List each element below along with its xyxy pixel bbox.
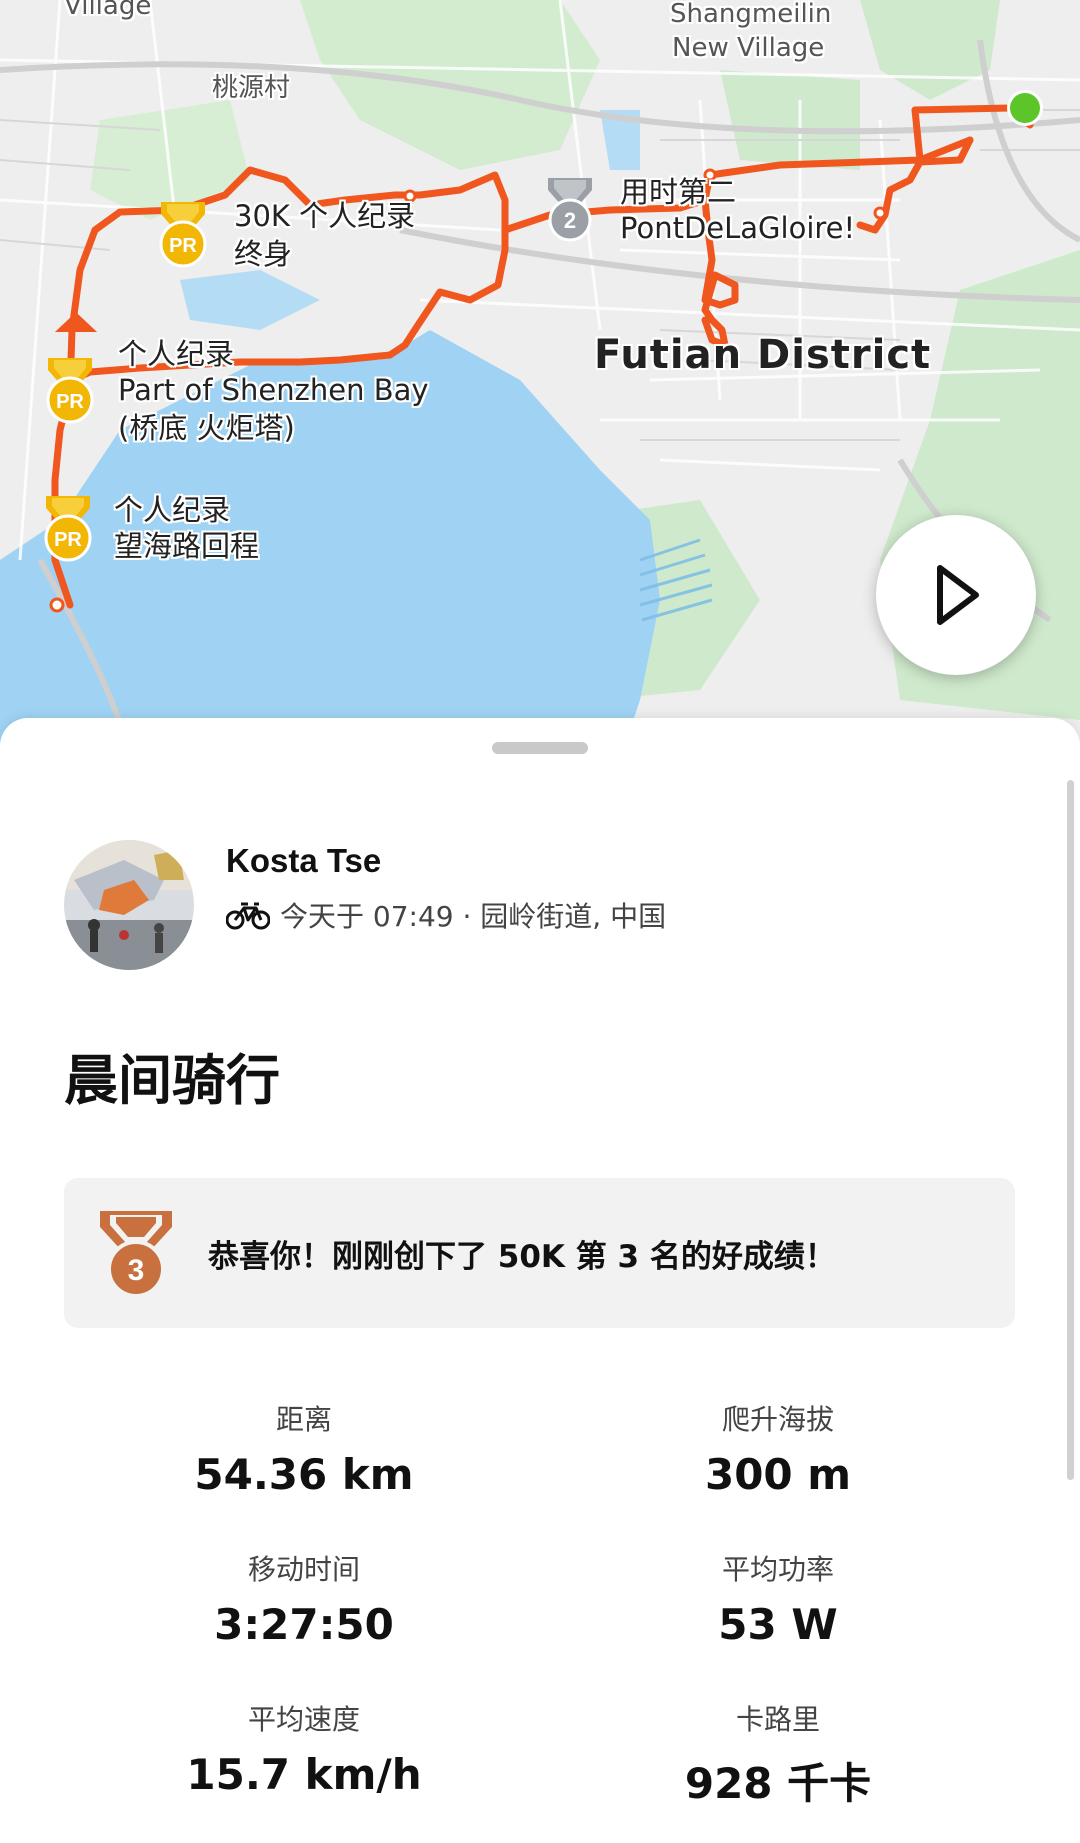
map-label-futian-district: Futian District [594, 332, 932, 378]
segment-wanghai-name: 望海路回程 [114, 529, 260, 563]
pr-medal-icon[interactable]: PR [40, 494, 96, 564]
segment-bay-subname: (桥底 火炬塔) [118, 411, 295, 445]
segment-30k-title[interactable]: 30K 个人纪录 [234, 199, 415, 233]
scrollbar[interactable] [1067, 780, 1074, 1480]
segment-pont-name: PontDeLaGloire! [620, 211, 856, 245]
stat-value: 300 m [704, 1450, 852, 1499]
rank-badge-text: 2 [564, 208, 576, 233]
stat-value: 928 千卡 [684, 1759, 872, 1808]
activity-sheet: Kosta Tse 今天于 07:49 · 园岭街道, 中国 晨间骑行 3 恭喜… [0, 718, 1080, 1843]
stat-label: 平均速度 [247, 1703, 360, 1736]
medal-rank-text: 3 [128, 1254, 145, 1287]
segment-pont-rank[interactable]: 用时第二 [620, 175, 736, 209]
stat-value: 15.7 km/h [186, 1750, 422, 1799]
pr-medal-icon[interactable]: PR [155, 200, 211, 270]
map-label-taoyuan: 桃源村 [212, 73, 291, 103]
segment-bay-title[interactable]: 个人纪录 [118, 337, 234, 371]
athlete-name[interactable]: Kosta Tse [226, 842, 381, 880]
stat-avg-speed: 平均速度 15.7 km/h [64, 1698, 544, 1799]
stat-label: 卡路里 [735, 1703, 820, 1736]
stat-value: 3:27:50 [214, 1600, 394, 1649]
stat-label: 移动时间 [247, 1553, 360, 1586]
pr-medal-icon[interactable]: PR [42, 356, 98, 426]
bicycle-icon [226, 902, 270, 930]
activity-meta: 今天于 07:49 · 园岭街道, 中国 [226, 895, 666, 935]
stat-label: 爬升海拔 [721, 1403, 834, 1436]
map-label-shangmeilin: Shangmeilin [670, 0, 832, 29]
achievement-banner[interactable]: 3 恭喜你！刚刚创下了 50K 第 3 名的好成绩！ [64, 1178, 1015, 1328]
route-map[interactable]: Village 桃源村 Shangmeilin New Village Futi… [0, 0, 1080, 760]
play-flyover-button[interactable] [876, 515, 1036, 675]
stat-label: 平均功率 [721, 1553, 834, 1586]
play-icon [937, 565, 979, 625]
pr-badge-text: PR [169, 235, 197, 257]
map-label-new-village: New Village [672, 33, 825, 63]
segment-30k-subtitle: 终身 [234, 237, 293, 271]
segment-wanghai-title[interactable]: 个人纪录 [114, 493, 230, 527]
stat-elevation: 爬升海拔 300 m [538, 1398, 1018, 1499]
stat-value: 53 W [718, 1600, 838, 1649]
stat-moving-time: 移动时间 3:27:50 [64, 1548, 544, 1649]
activity-meta-text: 今天于 07:49 · 园岭街道, 中国 [280, 900, 667, 933]
stat-avg-power: 平均功率 53 W [538, 1548, 1018, 1649]
stat-value: 54.36 km [194, 1450, 414, 1499]
activity-title: 晨间骑行 [64, 1049, 280, 1112]
segment-bay-name: Part of Shenzhen Bay [118, 373, 429, 407]
bronze-medal-icon: 3 [100, 1211, 172, 1298]
stat-distance: 距离 54.36 km [64, 1398, 544, 1499]
stat-label: 距离 [275, 1403, 332, 1436]
avatar[interactable] [64, 840, 194, 970]
map-label-village: Village [64, 0, 152, 21]
stat-calories: 卡路里 928 千卡 [538, 1698, 1018, 1811]
drag-handle[interactable] [492, 742, 588, 754]
rank-2-medal-icon[interactable]: 2 [542, 176, 598, 246]
achievement-text: 恭喜你！刚刚创下了 50K 第 3 名的好成绩！ [208, 1238, 836, 1275]
pr-badge-text: PR [54, 529, 82, 551]
pr-badge-text: PR [56, 391, 84, 413]
